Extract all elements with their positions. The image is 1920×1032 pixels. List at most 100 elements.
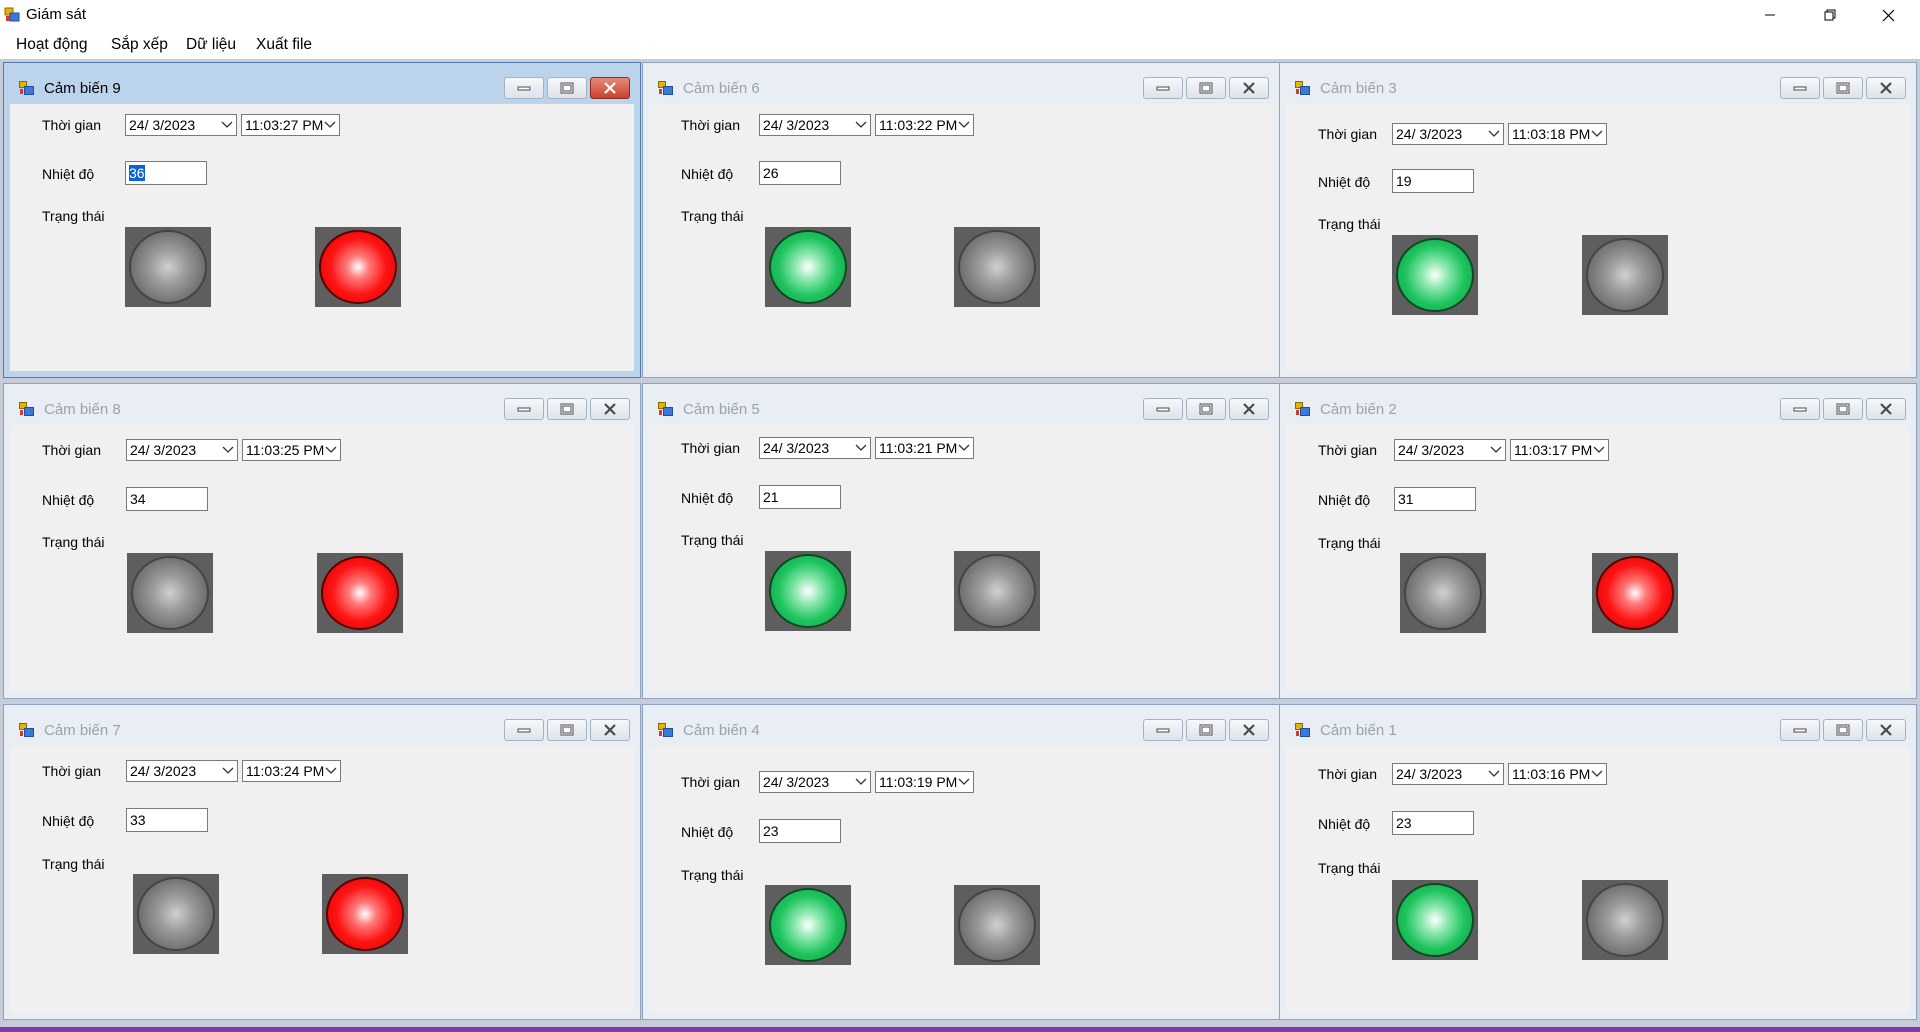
- sensor-window-3[interactable]: Cảm biến 3 Thời gian 24/ 3/2023 11:03:18…: [1279, 62, 1917, 378]
- status-lamp-red: [322, 874, 408, 954]
- temperature-field[interactable]: 19: [1392, 169, 1474, 193]
- sensor-window-titlebar[interactable]: Cảm biến 8: [4, 384, 640, 424]
- sensor-window-titlebar[interactable]: Cảm biến 9: [4, 63, 640, 103]
- window-titlebar[interactable]: Giám sát: [0, 0, 1920, 30]
- sensor-window-1[interactable]: Cảm biến 9 Thời gian 24/ 3/2023 11:03:27…: [3, 62, 641, 378]
- child-minimize-button[interactable]: [504, 719, 544, 741]
- child-maximize-button[interactable]: [1186, 77, 1226, 99]
- child-minimize-button[interactable]: [1780, 77, 1820, 99]
- temperature-field[interactable]: 23: [1392, 811, 1474, 835]
- minimize-icon: [1765, 14, 1775, 16]
- menu-hoat-dong[interactable]: Hoạt động: [12, 34, 92, 56]
- sensor-panel: Thời gian 24/ 3/2023 11:03:21 PM Nhiệt đ…: [649, 425, 1273, 692]
- sensor-panel: Thời gian 24/ 3/2023 11:03:17 PM Nhiệt đ…: [1286, 425, 1910, 692]
- date-picker[interactable]: 24/ 3/2023: [1394, 439, 1506, 461]
- child-maximize-button[interactable]: [547, 77, 587, 99]
- time-picker[interactable]: 11:03:27 PM: [241, 114, 340, 136]
- temperature-field[interactable]: 23: [759, 819, 841, 843]
- date-picker[interactable]: 24/ 3/2023: [1392, 763, 1504, 785]
- restore-icon: [1824, 9, 1836, 21]
- chevron-down-icon: [1488, 770, 1500, 777]
- sensor-window-8[interactable]: Cảm biến 4 Thời gian 24/ 3/2023 11:03:19…: [642, 704, 1280, 1020]
- close-icon: [1243, 724, 1255, 736]
- sensor-window-6[interactable]: Cảm biến 2 Thời gian 24/ 3/2023 11:03:17…: [1279, 383, 1917, 699]
- temperature-label: Nhiệt độ: [1318, 174, 1371, 190]
- sensor-window-2[interactable]: Cảm biến 6 Thời gian 24/ 3/2023 11:03:22…: [642, 62, 1280, 378]
- child-maximize-button[interactable]: [1186, 398, 1226, 420]
- child-minimize-button[interactable]: [504, 77, 544, 99]
- temperature-field[interactable]: 36: [125, 161, 207, 185]
- temperature-value: 21: [763, 489, 779, 505]
- child-maximize-button[interactable]: [1823, 719, 1863, 741]
- child-minimize-button[interactable]: [1143, 719, 1183, 741]
- date-picker[interactable]: 24/ 3/2023: [1392, 123, 1504, 145]
- date-picker[interactable]: 24/ 3/2023: [759, 771, 871, 793]
- window-icon: [1295, 723, 1310, 737]
- child-close-button[interactable]: [590, 77, 630, 99]
- sensor-window-5[interactable]: Cảm biến 5 Thời gian 24/ 3/2023 11:03:21…: [642, 383, 1280, 699]
- time-label: Thời gian: [681, 440, 740, 456]
- child-minimize-button[interactable]: [504, 398, 544, 420]
- sensor-window-titlebar[interactable]: Cảm biến 2: [1280, 384, 1916, 424]
- time-picker[interactable]: 11:03:16 PM: [1508, 763, 1607, 785]
- child-close-button[interactable]: [1229, 77, 1269, 99]
- menu-sap-xep[interactable]: Sắp xếp: [107, 34, 172, 56]
- minimize-icon: [517, 86, 531, 91]
- time-picker[interactable]: 11:03:24 PM: [242, 760, 341, 782]
- time-picker[interactable]: 11:03:18 PM: [1508, 123, 1607, 145]
- temperature-field[interactable]: 34: [126, 487, 208, 511]
- sensor-window-7[interactable]: Cảm biến 7 Thời gian 24/ 3/2023 11:03:24…: [3, 704, 641, 1020]
- child-close-button[interactable]: [1866, 719, 1906, 741]
- child-close-button[interactable]: [1229, 398, 1269, 420]
- temperature-value: 26: [763, 165, 779, 181]
- date-picker[interactable]: 24/ 3/2023: [125, 114, 237, 136]
- child-close-button[interactable]: [1866, 398, 1906, 420]
- minimize-button[interactable]: [1742, 0, 1798, 30]
- temperature-field[interactable]: 31: [1394, 487, 1476, 511]
- time-picker[interactable]: 11:03:22 PM: [875, 114, 974, 136]
- child-minimize-button[interactable]: [1780, 719, 1820, 741]
- date-value: 24/ 3/2023: [763, 440, 830, 456]
- time-picker[interactable]: 11:03:19 PM: [875, 771, 974, 793]
- child-minimize-button[interactable]: [1143, 398, 1183, 420]
- temperature-field[interactable]: 26: [759, 161, 841, 185]
- child-minimize-button[interactable]: [1780, 398, 1820, 420]
- sensor-window-titlebar[interactable]: Cảm biến 5: [643, 384, 1279, 424]
- close-button[interactable]: [1860, 0, 1916, 30]
- sensor-window-title: Cảm biến 9: [44, 80, 121, 97]
- child-maximize-button[interactable]: [547, 719, 587, 741]
- time-label: Thời gian: [681, 774, 740, 790]
- child-maximize-button[interactable]: [1186, 719, 1226, 741]
- menu-du-lieu[interactable]: Dữ liệu: [182, 34, 240, 56]
- time-picker[interactable]: 11:03:17 PM: [1510, 439, 1609, 461]
- time-picker[interactable]: 11:03:25 PM: [242, 439, 341, 461]
- date-picker[interactable]: 24/ 3/2023: [759, 437, 871, 459]
- sensor-window-4[interactable]: Cảm biến 8 Thời gian 24/ 3/2023 11:03:25…: [3, 383, 641, 699]
- sensor-window-9[interactable]: Cảm biến 1 Thời gian 24/ 3/2023 11:03:16…: [1279, 704, 1917, 1020]
- restore-button[interactable]: [1802, 0, 1858, 30]
- child-minimize-button[interactable]: [1143, 77, 1183, 99]
- sensor-window-titlebar[interactable]: Cảm biến 7: [4, 705, 640, 745]
- sensor-window-titlebar[interactable]: Cảm biến 6: [643, 63, 1279, 103]
- sensor-window-titlebar[interactable]: Cảm biến 4: [643, 705, 1279, 745]
- date-picker[interactable]: 24/ 3/2023: [126, 760, 238, 782]
- temperature-value: 23: [763, 823, 779, 839]
- status-lamp-green: [127, 553, 213, 633]
- child-close-button[interactable]: [590, 719, 630, 741]
- date-picker[interactable]: 24/ 3/2023: [126, 439, 238, 461]
- child-close-button[interactable]: [1229, 719, 1269, 741]
- child-maximize-button[interactable]: [547, 398, 587, 420]
- child-close-button[interactable]: [590, 398, 630, 420]
- temperature-field[interactable]: 21: [759, 485, 841, 509]
- menu-xuat-file[interactable]: Xuất file: [252, 34, 316, 56]
- sensor-window-titlebar[interactable]: Cảm biến 1: [1280, 705, 1916, 745]
- temperature-field[interactable]: 33: [126, 808, 208, 832]
- time-picker[interactable]: 11:03:21 PM: [875, 437, 974, 459]
- date-value: 24/ 3/2023: [1396, 766, 1463, 782]
- child-close-button[interactable]: [1866, 77, 1906, 99]
- date-picker[interactable]: 24/ 3/2023: [759, 114, 871, 136]
- child-maximize-button[interactable]: [1823, 398, 1863, 420]
- sensor-window-titlebar[interactable]: Cảm biến 3: [1280, 63, 1916, 103]
- time-label: Thời gian: [1318, 442, 1377, 458]
- child-maximize-button[interactable]: [1823, 77, 1863, 99]
